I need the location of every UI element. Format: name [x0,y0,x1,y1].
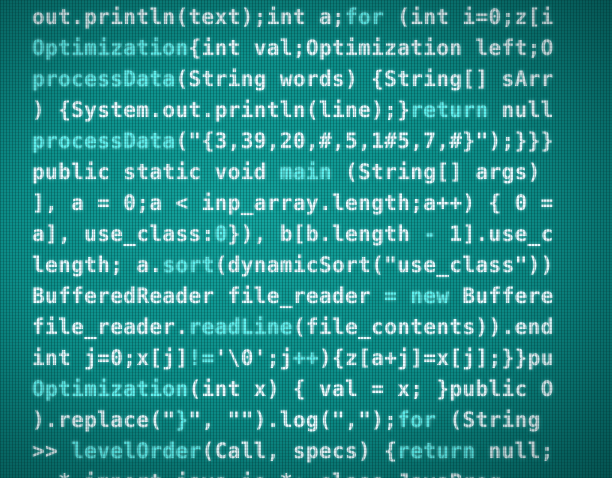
code-keyword-token: levelOrder [71,439,202,463]
code-line: BufferedReader file_reader = new Buffere [32,281,554,312]
code-keyword-token: } [175,408,189,432]
code-token: 1].use_c [436,222,554,246]
code-line: processData("{3,39,20,#,5,1#5,7,#}");}}} [32,126,554,157]
code-token: '\0';j [214,346,293,370]
code-token: a], use_class: [32,222,215,246]
code-text-block: out.println(text);int a;for (int i=0;z[i… [32,2,554,478]
code-keyword-token: for [397,408,437,432]
code-token: (int x) { val = x; }public O [188,377,554,401]
code-line: a], use_class:0}), b[b.length - 1].use_c [32,219,554,250]
code-keyword-token: ++ [292,346,319,370]
code-keyword-token: Optimization [32,36,189,60]
code-keyword-token: processData [32,129,176,153]
code-token: ) {System.out.println(line);} [32,98,411,122]
code-keyword-token: 0 [214,222,228,246]
code-token: length; a. [32,253,163,277]
code-token: * import java.io.*; class JavaProg [32,470,502,478]
code-line: ], a = 0;a < inp_array.length;a++) { 0 = [32,188,554,219]
code-token: {int val;Optimization left;O [188,36,554,60]
code-line: ).replace("}", "").log(",");for (String [32,405,554,436]
code-token: }), b[b.length [227,222,424,246]
code-keyword-token: sort [162,253,215,277]
code-line: out.println(text);int a;for (int i=0;z[i [32,2,554,33]
code-token: ){z[a+j]=x[j];}}pu [318,346,554,370]
code-token: ).replace(" [32,408,176,432]
code-token: (String [436,408,541,432]
code-line: * import java.io.*; class JavaProg [32,467,554,478]
code-line: processData(String words) {String[] sArr [32,64,554,95]
code-line: length; a.sort(dynamicSort("use_class")) [32,250,554,281]
code-token: public static void [32,160,280,184]
code-line: public static void main (String[] args) [32,157,554,188]
code-line: file_reader.readLine(file_contents)).end [32,312,554,343]
code-token: (dynamicSort("use_class")) [214,253,554,277]
code-screen-photo: out.println(text);int a;for (int i=0;z[i… [0,0,612,478]
code-token: ("{3,39,20,#,5,1#5,7,#}");}}} [175,129,554,153]
code-line: Optimization{int val;Optimization left;O [32,33,554,64]
code-keyword-token: main [279,160,333,184]
code-keyword-token: readLine [188,315,293,339]
code-keyword-token: return [397,439,476,463]
code-token: >> [32,439,72,463]
code-token: null [488,98,554,122]
code-line: ) {System.out.println(line);}return null [32,95,554,126]
code-token: (String words) {String[] sArr [175,67,554,91]
code-token: int j=0;x[j] [32,346,189,370]
code-token: (String[] args) [332,160,541,184]
code-keyword-token: Optimization [32,377,189,401]
code-token: (Call, specs) { [201,439,398,463]
code-line: Optimization(int x) { val = x; }public O [32,374,554,405]
code-token: ], a = 0;a < inp_array.length;a++) { 0 = [32,191,554,215]
code-token: Buffere [449,284,554,308]
code-keyword-token: - [423,222,437,246]
code-token: out.println(text);int a; [32,5,346,29]
code-keyword-token: = new [384,284,450,308]
code-keyword-token: return [410,98,489,122]
code-line: >> levelOrder(Call, specs) {return null; [32,436,554,467]
code-token: file_reader. [32,315,189,339]
code-line: int j=0;x[j]!='\0';j++){z[a+j]=x[j];}}pu [32,343,554,374]
code-token: (int i=0;z[i [384,5,554,29]
code-keyword-token: for [345,5,385,29]
code-token: (file_contents)).end [292,315,554,339]
code-token: ", "").log(","); [188,408,398,432]
code-keyword-token: != [188,346,215,370]
code-token: BufferedReader file_reader [32,284,385,308]
code-keyword-token: processData [32,67,176,91]
code-token: null; [475,439,554,463]
